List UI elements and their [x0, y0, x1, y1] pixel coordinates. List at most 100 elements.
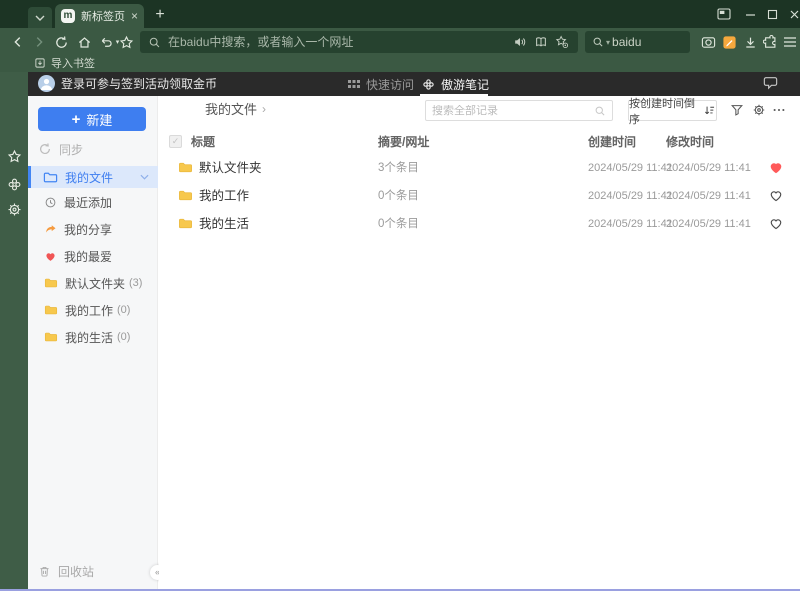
tab-maxthon-notes[interactable]: 傲游笔记 [422, 72, 489, 96]
row-title[interactable]: 我的生活 [199, 210, 249, 238]
boss-layout-button[interactable] [712, 0, 736, 28]
notes-panel-button[interactable] [5, 175, 23, 193]
read-aloud-icon [515, 37, 526, 47]
search-engine-input[interactable] [612, 35, 683, 49]
search-engine-box[interactable]: ▾ [585, 31, 690, 53]
folder-icon [44, 330, 58, 344]
recycle-bin-label: 回收站 [58, 564, 95, 579]
login-banner[interactable]: 登录可参与签到活动领取金币 [61, 72, 217, 96]
view-settings-button[interactable] [751, 102, 767, 118]
notes-sidebar: + 新建 同步 我的文件 最近添加 我的分享 我的最爱 默认文件夹 (3) 我的… [28, 96, 165, 589]
forward-button[interactable] [30, 33, 48, 51]
minimize-button[interactable] [738, 0, 762, 28]
sort-order-button[interactable]: 按创建时间倒序 [628, 98, 717, 126]
clock-icon [44, 196, 57, 209]
notes-icon [722, 35, 736, 49]
more-options-button[interactable] [771, 102, 787, 118]
notes-search-input[interactable] [432, 104, 594, 117]
row-modified: 2024/05/29 11:41 [666, 190, 751, 202]
sidebar-item-my-shares[interactable]: 我的分享 [28, 218, 158, 240]
downloads-button[interactable] [741, 33, 759, 51]
sidebar-item-label: 我的文件 [65, 170, 114, 185]
maximize-button[interactable] [760, 0, 784, 28]
table-row[interactable]: 默认文件夹 3个条目 2024/05/29 11:41 2024/05/29 1… [159, 154, 800, 182]
reading-mode-icon [536, 37, 546, 47]
star-gear-icon [555, 35, 569, 49]
search-icon [593, 37, 603, 47]
sidebar-item-my-work[interactable]: 我的工作 (0) [28, 299, 158, 321]
favorites-panel-button[interactable] [5, 147, 23, 165]
sort-order-label: 按创建时间倒序 [629, 97, 695, 126]
column-title[interactable]: 标题 [191, 132, 215, 152]
search-icon [595, 106, 605, 115]
table-row[interactable]: 我的工作 0个条目 2024/05/29 11:41 2024/05/29 11… [159, 182, 800, 210]
notes-search-field[interactable] [425, 100, 613, 121]
settings-panel-button[interactable] [5, 200, 23, 218]
row-title[interactable]: 我的工作 [199, 182, 249, 210]
undo-icon [101, 37, 112, 47]
address-input[interactable] [168, 35, 507, 49]
folder-icon [178, 216, 193, 231]
notes-button[interactable] [720, 33, 738, 51]
chevron-down-icon [35, 15, 45, 21]
screenshot-button[interactable] [699, 33, 717, 51]
sidebar-item-label: 最近添加 [64, 195, 113, 210]
import-bookmarks-button[interactable]: 导入书签 [34, 55, 95, 71]
column-created[interactable]: 创建时间 [588, 132, 636, 152]
chevron-down-icon[interactable] [140, 174, 149, 180]
page-header: 登录可参与签到活动领取金币 快速访问 傲游笔记 [28, 72, 800, 96]
avatar[interactable] [38, 75, 55, 92]
sidebar-item-recently-added[interactable]: 最近添加 [28, 191, 158, 213]
column-summary[interactable]: 摘要/网址 [378, 132, 429, 152]
new-tab-button[interactable]: + [150, 5, 170, 25]
sidebar-item-my-files[interactable]: 我的文件 [28, 166, 158, 188]
sidebar-item-default-folder[interactable]: 默认文件夹 (3) [28, 272, 158, 294]
back-button[interactable] [9, 33, 27, 51]
menu-button[interactable] [781, 33, 799, 51]
sidebar-item-my-life[interactable]: 我的生活 (0) [28, 326, 158, 348]
folder-icon [44, 303, 58, 317]
bookmark-settings-button[interactable] [554, 34, 570, 50]
tab-close-icon[interactable]: × [127, 10, 138, 22]
sidebar-item-label: 我的工作 [65, 303, 114, 318]
column-modified[interactable]: 修改时间 [666, 132, 714, 152]
favorite-heart-icon[interactable] [768, 188, 784, 203]
trash-icon [38, 565, 51, 578]
engine-dropdown-caret[interactable]: ▾ [606, 38, 610, 47]
close-window-button[interactable] [782, 0, 800, 28]
favorite-page-button[interactable] [117, 33, 135, 51]
grid-icon [348, 79, 360, 89]
layout-icon [717, 8, 731, 20]
filter-button[interactable] [729, 102, 745, 118]
favorite-heart-icon[interactable] [768, 160, 784, 175]
tab-quick-access[interactable]: 快速访问 [348, 72, 414, 96]
hamburger-menu-icon [784, 37, 796, 47]
close-icon [790, 10, 798, 18]
row-created: 2024/05/29 11:41 [588, 190, 673, 202]
address-bar[interactable] [140, 31, 578, 53]
breadcrumb[interactable]: 我的文件 › [205, 99, 266, 118]
table-row[interactable]: 我的生活 0个条目 2024/05/29 11:41 2024/05/29 11… [159, 210, 800, 238]
share-icon [44, 223, 57, 236]
home-button[interactable] [75, 33, 93, 51]
read-aloud-button[interactable] [512, 34, 528, 50]
browser-tab-new-page[interactable]: m 新标签页 × [55, 4, 144, 28]
refresh-button[interactable] [52, 33, 70, 51]
person-icon [41, 78, 52, 90]
sync-button[interactable]: 同步 [28, 138, 158, 160]
feedback-button[interactable] [763, 76, 778, 90]
tab-list-button[interactable] [28, 7, 52, 28]
extensions-button[interactable] [761, 33, 779, 51]
sidebar-item-label: 默认文件夹 [65, 276, 126, 291]
reading-mode-button[interactable] [533, 34, 549, 50]
sidebar-item-my-favorites[interactable]: 我的最爱 [28, 245, 158, 267]
star-icon [119, 35, 133, 48]
select-all-checkbox[interactable]: ✓ [169, 135, 182, 148]
new-note-button[interactable]: + 新建 [38, 107, 146, 131]
tab-quick-access-label: 快速访问 [366, 77, 415, 92]
favorite-heart-icon[interactable] [768, 216, 784, 231]
import-bookmarks-icon [34, 57, 46, 69]
row-title[interactable]: 默认文件夹 [199, 154, 262, 182]
plus-icon: + [71, 110, 81, 128]
recycle-bin-button[interactable]: 回收站 [28, 560, 158, 582]
